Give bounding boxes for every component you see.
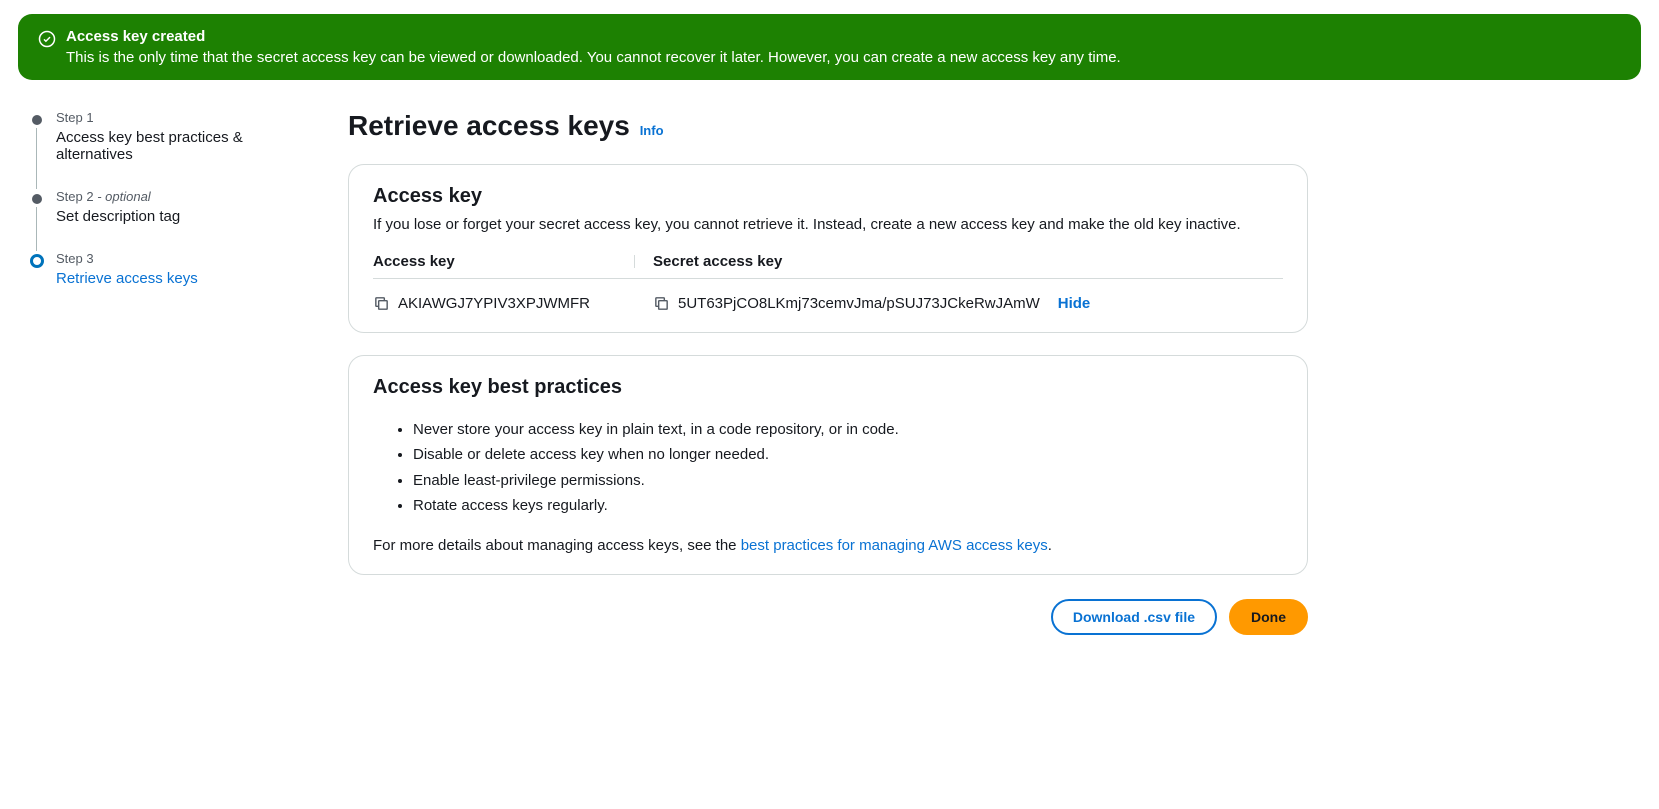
action-bar: Download .csv file Done: [348, 599, 1308, 635]
access-key-panel: Access key If you lose or forget your se…: [348, 164, 1308, 333]
step-number: Step 1: [56, 110, 94, 125]
list-item: Rotate access keys regularly.: [413, 493, 1283, 519]
access-key-label: Access key: [373, 253, 653, 270]
step-number: Step 3: [56, 251, 94, 266]
done-button[interactable]: Done: [1229, 599, 1308, 635]
wizard-step-2[interactable]: Step 2 - optional Set description tag: [32, 189, 308, 225]
list-item: Disable or delete access key when no lon…: [413, 442, 1283, 468]
access-key-heading: Access key: [373, 185, 1283, 208]
best-practices-footer: For more details about managing access k…: [373, 537, 1283, 554]
best-practices-docs-link[interactable]: best practices for managing AWS access k…: [741, 537, 1048, 554]
main-content: Retrieve access keys Info Access key If …: [348, 110, 1308, 635]
best-practices-heading: Access key best practices: [373, 376, 1283, 399]
best-practices-panel: Access key best practices Never store yo…: [348, 355, 1308, 575]
success-banner: Access key created This is the only time…: [18, 14, 1641, 80]
wizard-step-1[interactable]: Step 1 Access key best practices & alter…: [32, 110, 308, 163]
secret-key-label: Secret access key: [653, 253, 1283, 270]
access-key-value: AKIAWGJ7YPIV3XPJWMFR: [398, 295, 590, 312]
wizard-nav: Step 1 Access key best practices & alter…: [18, 110, 308, 635]
info-link[interactable]: Info: [640, 123, 664, 138]
page-title: Retrieve access keys: [348, 110, 630, 142]
banner-title: Access key created: [66, 28, 1121, 45]
success-check-icon: [38, 28, 56, 51]
copy-secret-key-icon[interactable]: [653, 295, 670, 312]
step-number: Step 2: [56, 189, 94, 204]
step-title: Retrieve access keys: [56, 270, 308, 287]
list-item: Enable least-privilege permissions.: [413, 468, 1283, 494]
step-title: Set description tag: [56, 208, 308, 225]
copy-access-key-icon[interactable]: [373, 295, 390, 312]
list-item: Never store your access key in plain tex…: [413, 417, 1283, 443]
wizard-step-3[interactable]: Step 3 Retrieve access keys: [32, 251, 308, 287]
best-practices-list: Never store your access key in plain tex…: [413, 417, 1283, 519]
access-key-description: If you lose or forget your secret access…: [373, 214, 1283, 237]
secret-key-value: 5UT63PjCO8LKmj73cemvJma/pSUJ73JCkeRwJAmW: [678, 295, 1040, 312]
hide-secret-toggle[interactable]: Hide: [1058, 295, 1091, 312]
banner-message: This is the only time that the secret ac…: [66, 49, 1121, 66]
step-title: Access key best practices & alternatives: [56, 129, 308, 163]
download-csv-button[interactable]: Download .csv file: [1051, 599, 1217, 635]
